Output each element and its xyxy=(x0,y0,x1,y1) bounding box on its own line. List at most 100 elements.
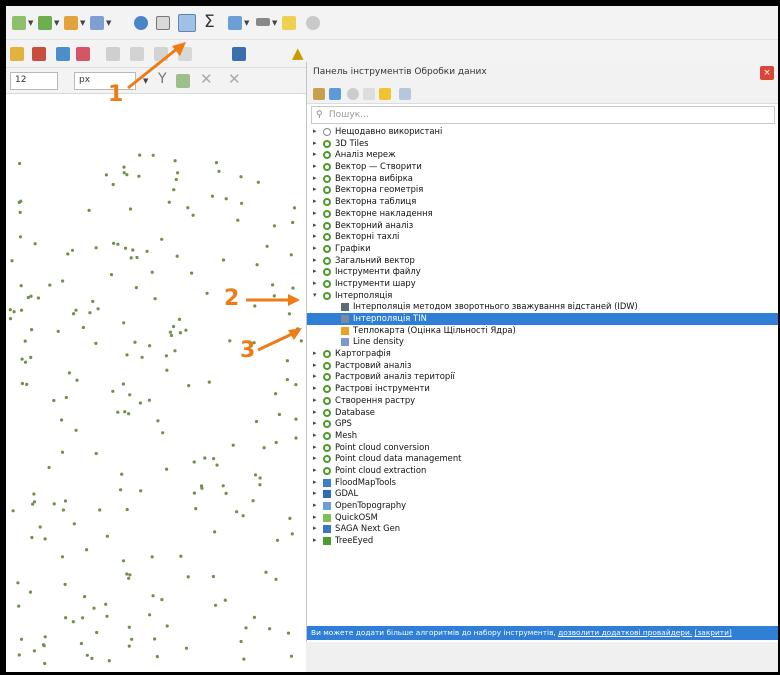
edit-pencil-icon[interactable] xyxy=(10,47,24,61)
chevron-right-icon[interactable]: ▸ xyxy=(313,348,317,360)
measure-icon[interactable] xyxy=(256,18,270,26)
attribute-table-icon[interactable] xyxy=(156,16,170,30)
chevron-right-icon[interactable]: ▸ xyxy=(313,184,317,196)
chevron-right-icon[interactable]: ▸ xyxy=(313,523,317,535)
chevron-right-icon[interactable]: ▸ xyxy=(313,220,317,232)
chevron-right-icon[interactable]: ▸ xyxy=(313,266,317,278)
tree-group-item[interactable]: ▸ Загальний вектор xyxy=(307,255,778,267)
tree-group-item[interactable]: ▸ Векторна вибірка xyxy=(307,173,778,185)
tree-group-item[interactable]: ▸ Mesh xyxy=(307,430,778,442)
tree-child-item[interactable]: Line density xyxy=(307,336,778,348)
chevron-right-icon[interactable]: ▸ xyxy=(313,138,317,150)
options-icon[interactable] xyxy=(399,88,411,100)
copy-icon[interactable] xyxy=(130,47,144,61)
chevron-right-icon[interactable]: ▸ xyxy=(313,442,317,454)
chevron-down-icon[interactable]: ▼ xyxy=(28,19,33,27)
chevron-right-icon[interactable]: ▸ xyxy=(313,430,317,442)
font-size-input[interactable]: 12 xyxy=(10,72,58,90)
chevron-right-icon[interactable]: ▸ xyxy=(313,453,317,465)
tree-group-item[interactable]: ▸ Point cloud extraction xyxy=(307,465,778,477)
remove-label-icon[interactable]: ✕ xyxy=(200,70,213,88)
new-layer-icon[interactable] xyxy=(12,16,26,30)
pin-icon[interactable] xyxy=(176,74,190,88)
tree-group-item[interactable]: ▸ Векторна таблиця xyxy=(307,196,778,208)
chevron-down-icon[interactable]: ▼ xyxy=(80,19,85,27)
chevron-down-icon[interactable]: ▼ xyxy=(244,19,249,27)
tree-group-item[interactable]: ▸ Графіки xyxy=(307,243,778,255)
chevron-right-icon[interactable]: ▸ xyxy=(313,407,317,419)
search-input[interactable]: ⚲ Пошук... xyxy=(311,106,775,124)
chevron-right-icon[interactable]: ▸ xyxy=(313,395,317,407)
snap-icon[interactable]: Y xyxy=(158,71,167,87)
tree-group-item[interactable]: ▸ Картографія xyxy=(307,348,778,360)
tree-group-item[interactable]: ▸ Растрові інструменти xyxy=(307,383,778,395)
tree-group-item[interactable]: ▸ GDAL xyxy=(307,488,778,500)
close-icon[interactable]: × xyxy=(760,66,774,80)
cut-icon[interactable] xyxy=(106,47,120,61)
tree-group-item[interactable]: ▸ Вектор — Створити xyxy=(307,161,778,173)
tree-group-item[interactable]: ▸ FloodMapTools xyxy=(307,477,778,489)
tree-group-item[interactable]: ▸ 3D Tiles xyxy=(307,138,778,150)
map-canvas[interactable] xyxy=(6,94,306,672)
tree-group-item[interactable]: ▾ Інтерполяція xyxy=(307,290,778,302)
chevron-right-icon[interactable]: ▸ xyxy=(313,535,317,547)
chevron-right-icon[interactable]: ▸ xyxy=(313,243,317,255)
tree-group-item[interactable]: ▸ Point cloud conversion xyxy=(307,442,778,454)
chevron-right-icon[interactable]: ▸ xyxy=(313,161,317,173)
vector-layer-icon[interactable] xyxy=(38,16,52,30)
models-icon[interactable] xyxy=(313,88,325,100)
chevron-down-icon[interactable]: ▼ xyxy=(54,19,59,27)
tree-group-item[interactable]: ▸ Аналіз мереж xyxy=(307,149,778,161)
scripts-icon[interactable] xyxy=(329,88,341,100)
chevron-right-icon[interactable]: ▸ xyxy=(313,231,317,243)
tree-child-item[interactable]: Інтерполяція TIN xyxy=(307,313,778,325)
identify-icon[interactable] xyxy=(134,16,148,30)
label-icon[interactable] xyxy=(232,47,246,61)
tree-group-item[interactable]: ▸ Створення растру xyxy=(307,395,778,407)
chevron-down-icon[interactable]: ▼ xyxy=(272,19,277,27)
chevron-right-icon[interactable]: ▸ xyxy=(313,500,317,512)
chevron-right-icon[interactable]: ▸ xyxy=(313,196,317,208)
tree-group-item[interactable]: ▸ Інструменти файлу xyxy=(307,266,778,278)
chevron-right-icon[interactable]: ▸ xyxy=(313,126,317,138)
chevron-right-icon[interactable]: ▸ xyxy=(313,173,317,185)
warning-icon[interactable]: ▲ xyxy=(292,44,304,62)
undo-icon[interactable] xyxy=(178,47,192,61)
chevron-right-icon[interactable]: ▸ xyxy=(313,360,317,372)
processing-toolbox-icon[interactable] xyxy=(178,14,196,32)
statistics-icon[interactable]: Σ xyxy=(204,12,215,32)
edit-features-icon[interactable] xyxy=(379,88,391,100)
tree-group-item[interactable]: ▸ Інструменти шару xyxy=(307,278,778,290)
tree-group-item[interactable]: ▸ Растровий аналіз xyxy=(307,360,778,372)
delete-icon[interactable] xyxy=(76,47,90,61)
tree-group-item[interactable]: ▸ Векторний аналіз xyxy=(307,220,778,232)
tree-group-item[interactable]: ▸ SAGA Next Gen xyxy=(307,523,778,535)
footer-close-link[interactable]: [закрити] xyxy=(694,628,731,637)
chevron-right-icon[interactable]: ▸ xyxy=(313,278,317,290)
zoom-tool-icon[interactable] xyxy=(306,16,320,30)
mesh-layer-icon[interactable] xyxy=(90,16,104,30)
tree-group-item[interactable]: ▸ OpenTopography xyxy=(307,500,778,512)
chevron-down-icon[interactable]: ▼ xyxy=(106,19,111,27)
annotation-icon[interactable] xyxy=(282,16,296,30)
tree-child-item[interactable]: Теплокарта (Оцінка Щільності Ядра) xyxy=(307,325,778,337)
rotate-label-icon[interactable]: ✕ xyxy=(228,70,241,88)
enable-providers-link[interactable]: дозволити додаткові провайдери. xyxy=(558,628,692,637)
chevron-right-icon[interactable]: ▸ xyxy=(313,255,317,267)
tree-child-item[interactable]: Інтерполяція методом зворотнього зважува… xyxy=(307,301,778,313)
vertex-tool-icon[interactable] xyxy=(56,47,70,61)
chevron-right-icon[interactable]: ▸ xyxy=(313,149,317,161)
tree-group-item[interactable]: ▸ Point cloud data management xyxy=(307,453,778,465)
history-icon[interactable] xyxy=(347,88,359,100)
tree-group-item[interactable]: ▸ Нещодавно використані xyxy=(307,126,778,138)
tree-group-item[interactable]: ▸ GPS xyxy=(307,418,778,430)
tree-group-item[interactable]: ▸ Векторна геометрія xyxy=(307,184,778,196)
chevron-right-icon[interactable]: ▸ xyxy=(313,512,317,524)
chevron-right-icon[interactable]: ▸ xyxy=(313,371,317,383)
tree-group-item[interactable]: ▸ TreeEyed xyxy=(307,535,778,547)
unit-select[interactable]: px xyxy=(74,72,136,90)
chevron-right-icon[interactable]: ▸ xyxy=(313,383,317,395)
chevron-down-icon[interactable]: ▾ xyxy=(313,290,317,302)
paste-icon[interactable] xyxy=(154,47,168,61)
chevron-right-icon[interactable]: ▸ xyxy=(313,208,317,220)
